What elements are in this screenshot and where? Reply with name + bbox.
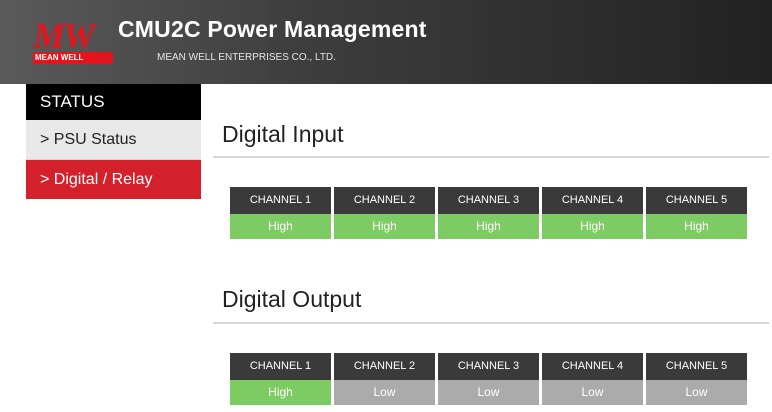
sidebar-heading-status: STATUS xyxy=(26,84,201,120)
digital-input-title: Digital Input xyxy=(222,121,344,147)
channel-label: CHANNEL 2 xyxy=(334,187,435,214)
channel-state: Low xyxy=(646,380,747,405)
channel-state: High xyxy=(542,214,643,239)
digital-output-channels: CHANNEL 1 High CHANNEL 2 Low CHANNEL 3 L… xyxy=(230,353,747,405)
channel-label: CHANNEL 2 xyxy=(334,353,435,380)
logo-band: MEAN WELL xyxy=(33,52,113,64)
channel-state: High xyxy=(230,380,331,405)
section-divider xyxy=(213,156,769,158)
channel-state: Low xyxy=(438,380,539,405)
input-channel-3: CHANNEL 3 High xyxy=(438,187,539,239)
channel-state: High xyxy=(334,214,435,239)
input-channel-1: CHANNEL 1 High xyxy=(230,187,331,239)
channel-state: High xyxy=(438,214,539,239)
channel-label: CHANNEL 3 xyxy=(438,353,539,380)
channel-state: High xyxy=(646,214,747,239)
channel-label: CHANNEL 1 xyxy=(230,353,331,380)
mean-well-logo: MW MEAN WELL xyxy=(33,16,113,66)
company-name: MEAN WELL ENTERPRISES CO., LTD. xyxy=(157,52,336,63)
sidebar: STATUS > PSU Status > Digital / Relay xyxy=(26,84,201,199)
logo-mark: MW xyxy=(33,16,95,56)
channel-label: CHANNEL 3 xyxy=(438,187,539,214)
input-channel-2: CHANNEL 2 High xyxy=(334,187,435,239)
section-divider xyxy=(213,322,769,324)
channel-label: CHANNEL 1 xyxy=(230,187,331,214)
sidebar-item-psu-status[interactable]: > PSU Status xyxy=(26,120,201,160)
app-header: MW MEAN WELL CMU2C Power Management MEAN… xyxy=(0,0,772,84)
input-channel-5: CHANNEL 5 High xyxy=(646,187,747,239)
sidebar-item-digital-relay[interactable]: > Digital / Relay xyxy=(26,160,201,199)
output-channel-2: CHANNEL 2 Low xyxy=(334,353,435,405)
output-channel-1: CHANNEL 1 High xyxy=(230,353,331,405)
channel-label: CHANNEL 4 xyxy=(542,187,643,214)
digital-input-channels: CHANNEL 1 High CHANNEL 2 High CHANNEL 3 … xyxy=(230,187,747,239)
channel-state: Low xyxy=(542,380,643,405)
input-channel-4: CHANNEL 4 High xyxy=(542,187,643,239)
channel-label: CHANNEL 5 xyxy=(646,187,747,214)
app-title: CMU2C Power Management xyxy=(118,16,427,42)
channel-label: CHANNEL 4 xyxy=(542,353,643,380)
channel-label: CHANNEL 5 xyxy=(646,353,747,380)
output-channel-4: CHANNEL 4 Low xyxy=(542,353,643,405)
output-channel-5: CHANNEL 5 Low xyxy=(646,353,747,405)
channel-state: Low xyxy=(334,380,435,405)
output-channel-3: CHANNEL 3 Low xyxy=(438,353,539,405)
digital-output-title: Digital Output xyxy=(222,286,362,312)
channel-state: High xyxy=(230,214,331,239)
